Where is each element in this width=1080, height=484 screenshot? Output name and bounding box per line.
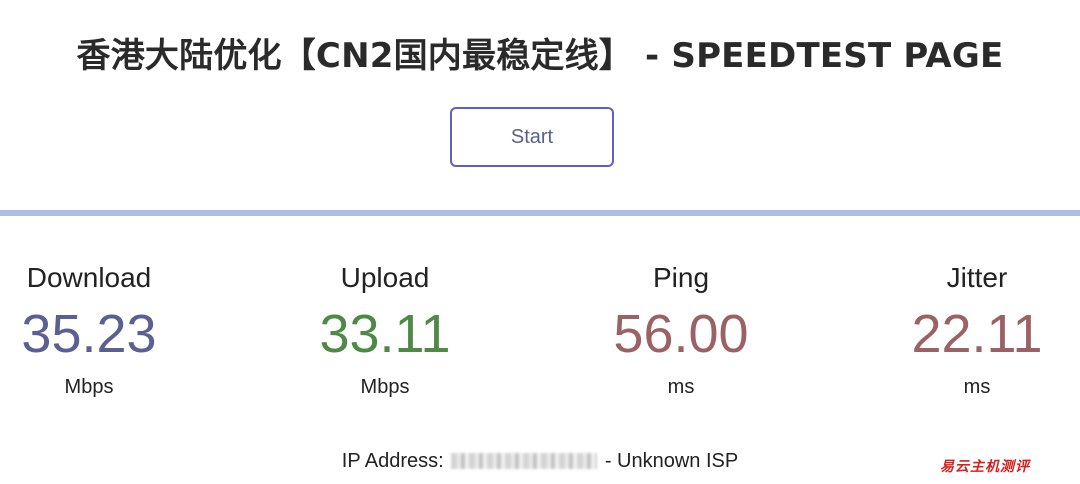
upload-unit: Mbps xyxy=(360,376,410,398)
ip-address-redacted xyxy=(451,453,598,469)
upload-meter: Upload 33.11 Mbps xyxy=(285,258,485,399)
ip-separator: - xyxy=(604,450,612,472)
upload-label: Upload xyxy=(340,262,430,293)
speedtest-page: 香港大陆优化【CN2国内最稳定线】 - SPEEDTEST PAGE Start… xyxy=(0,0,1080,484)
download-label: Download xyxy=(26,262,152,293)
download-meter: Download 35.23 Mbps xyxy=(0,258,189,399)
ip-info: IP Address: - Unknown ISP xyxy=(0,450,1080,473)
watermark-logo: 易云主机测评 xyxy=(940,459,1030,475)
ping-meter: Ping 56.00 ms xyxy=(581,258,781,399)
jitter-value: 22.11 xyxy=(911,304,1043,364)
ping-unit: ms xyxy=(667,376,695,398)
ip-address-label: IP Address: xyxy=(341,450,444,472)
page-title: 香港大陆优化【CN2国内最稳定线】 - SPEEDTEST PAGE xyxy=(76,36,1004,76)
jitter-unit: ms xyxy=(963,376,991,398)
test-progress-bar xyxy=(0,210,1080,216)
download-value: 35.23 xyxy=(21,304,157,364)
test-progress-fill xyxy=(0,210,1080,216)
jitter-meter: Jitter 22.11 ms xyxy=(877,258,1077,399)
ping-value: 56.00 xyxy=(613,304,749,364)
isp-name: Unknown ISP xyxy=(617,450,739,472)
download-unit: Mbps xyxy=(64,376,114,398)
jitter-label: Jitter xyxy=(946,262,1008,293)
start-button[interactable]: Start xyxy=(450,107,614,167)
ping-label: Ping xyxy=(652,262,710,293)
upload-value: 33.11 xyxy=(319,304,451,364)
